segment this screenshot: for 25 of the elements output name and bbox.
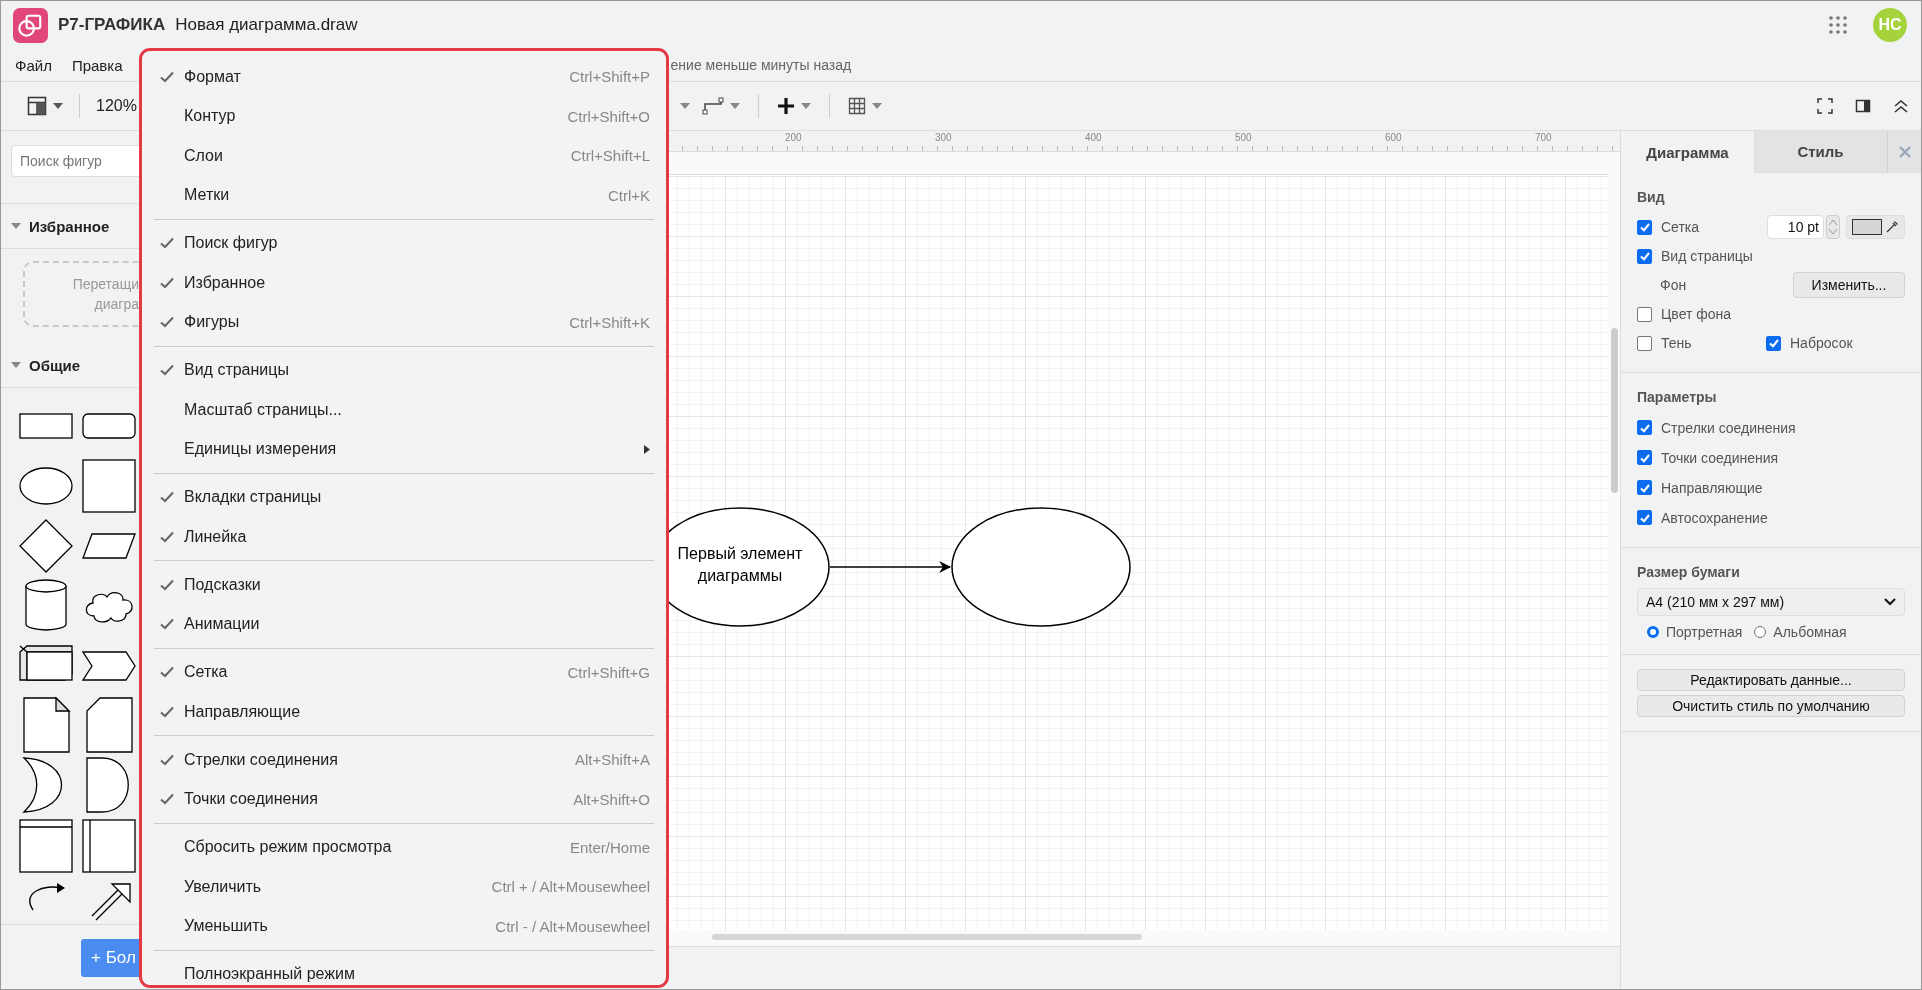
radio-label: Портретная (1666, 624, 1743, 640)
section-title: Вид (1637, 189, 1666, 205)
checkbox-label: Точки соединения (1661, 449, 1779, 466)
ruler-label: 400 (1085, 132, 1102, 143)
ruler-label: 500 (1235, 132, 1252, 143)
ruler-label: 200 (785, 132, 802, 143)
section-title: Размер бумаги (1637, 564, 1741, 580)
checkbox-label: Тень (1661, 335, 1693, 351)
checkbox-label: Стрелки соединения (1661, 419, 1796, 436)
checkbox-label: Набросок (1790, 335, 1853, 351)
checkbox-label: Направляющие (1661, 479, 1763, 496)
checkbox-label: Сетка (1661, 219, 1700, 235)
radio-label: Альбомная (1773, 624, 1847, 640)
ruler-label: 300 (935, 132, 952, 143)
ruler-label: 700 (1535, 132, 1552, 143)
app-name: Р7-ГРАФИКА (58, 15, 166, 35)
checkbox-label: Автосохранение (1661, 509, 1768, 526)
checkbox-label: Вид страницы (1661, 248, 1753, 264)
drop-hint: Перетащи диагра (72, 275, 139, 314)
shape-label: Первый элемент диаграммы (676, 544, 804, 586)
section-title: Параметры (1637, 389, 1718, 405)
ruler-label: 600 (1385, 132, 1402, 143)
save-status: ение меньше минуты назад (670, 57, 852, 73)
checkbox-label: Цвет фона (1661, 306, 1732, 322)
field-label: Фон (1660, 277, 1687, 293)
